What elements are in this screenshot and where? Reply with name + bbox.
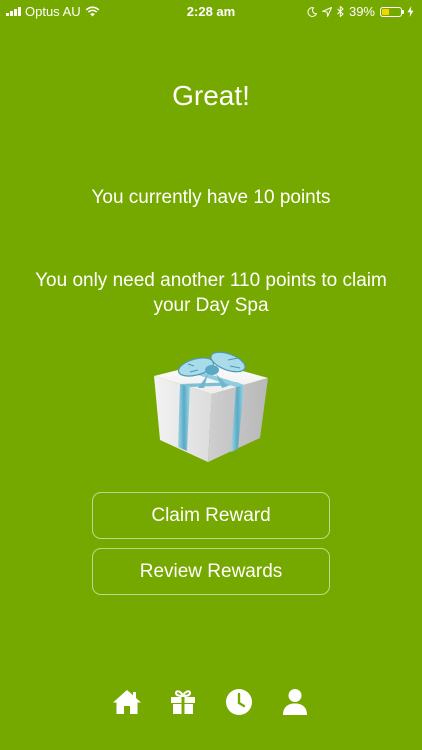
moon-icon (307, 6, 317, 17)
tab-clock[interactable] (223, 686, 255, 718)
bluetooth-icon (337, 6, 344, 17)
tab-home[interactable] (111, 686, 143, 718)
battery-cap (402, 9, 404, 14)
review-rewards-button[interactable]: Review Rewards (92, 548, 330, 595)
tab-bar (0, 686, 422, 720)
status-bar: Optus AU 2:28 am 39% (0, 0, 422, 22)
tab-profile[interactable] (279, 686, 311, 718)
status-right: 39% (307, 4, 414, 19)
gift-icon (171, 690, 195, 714)
charging-icon (407, 6, 414, 17)
home-icon (113, 690, 141, 714)
battery-fill (382, 8, 389, 15)
user-icon (283, 689, 307, 715)
points-needed-text: You only need another 110 points to clai… (35, 270, 387, 316)
tab-gift[interactable] (167, 686, 199, 718)
battery-percent: 39% (348, 4, 375, 19)
points-current-text: You currently have 10 points (91, 187, 331, 208)
page-title: Great! (172, 80, 250, 111)
battery-icon (380, 6, 404, 17)
clock-icon (226, 689, 252, 715)
claim-reward-button[interactable]: Claim Reward (92, 492, 330, 539)
location-icon (321, 6, 332, 17)
gift-box-icon (154, 351, 268, 462)
